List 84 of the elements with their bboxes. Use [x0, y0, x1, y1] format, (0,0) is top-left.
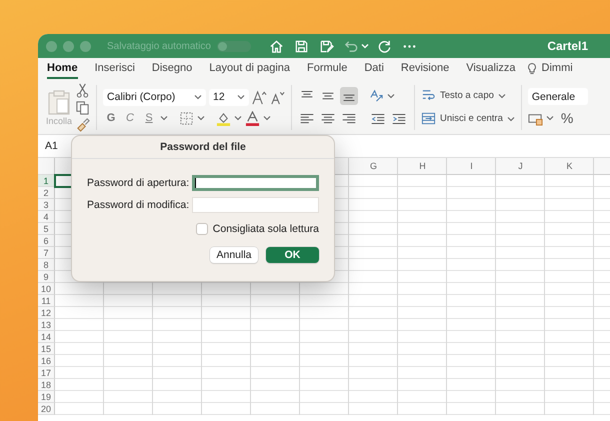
- number-format-field[interactable]: Generale: [528, 88, 588, 105]
- ribbon-tab[interactable]: Disegno: [152, 59, 192, 79]
- paste-label: Incolla: [46, 116, 72, 126]
- field-label: Password di apertura:: [87, 177, 190, 189]
- text-style-button[interactable]: S: [141, 112, 158, 124]
- row-number[interactable]: 2: [38, 187, 55, 199]
- row-number[interactable]: 13: [38, 319, 55, 331]
- text-style-button[interactable]: C: [122, 112, 138, 124]
- dialog-button[interactable]: OK: [266, 247, 319, 263]
- caret-icon: [237, 93, 246, 101]
- caret-icon[interactable]: [546, 114, 554, 122]
- grow-font-icon[interactable]: [252, 90, 268, 104]
- column-header[interactable]: J: [496, 158, 545, 174]
- caret-icon[interactable]: [197, 114, 206, 122]
- row-number[interactable]: 17: [38, 367, 55, 379]
- copy-icon[interactable]: [75, 100, 90, 114]
- ribbon-tab[interactable]: Visualizza: [466, 59, 516, 79]
- row-number[interactable]: 14: [38, 331, 55, 343]
- text-orientation-icon[interactable]: [369, 88, 384, 103]
- scissors-icon[interactable]: [75, 82, 90, 98]
- row-number[interactable]: 4: [38, 211, 55, 223]
- row-number[interactable]: 20: [38, 403, 55, 415]
- dialog-button[interactable]: Annulla: [210, 247, 258, 263]
- autosave-label: Salvataggio automatico: [107, 40, 211, 52]
- column-header[interactable]: H: [398, 158, 447, 174]
- borders-icon[interactable]: [179, 110, 194, 126]
- font-size-field[interactable]: 12: [209, 88, 250, 106]
- row-number[interactable]: 16: [38, 355, 55, 367]
- clipboard-icon[interactable]: [46, 88, 72, 116]
- checkbox[interactable]: [196, 223, 208, 235]
- row-number[interactable]: 3: [38, 199, 55, 211]
- shrink-font-icon[interactable]: [270, 90, 286, 104]
- percent-button[interactable]: %: [560, 110, 574, 126]
- caret-icon[interactable]: [387, 92, 396, 100]
- password-field[interactable]: [192, 175, 319, 191]
- home-icon[interactable]: [268, 38, 284, 54]
- ribbon-tab[interactable]: Inserisci: [94, 59, 135, 79]
- fill-color-icon[interactable]: [216, 110, 232, 126]
- row-number[interactable]: 7: [38, 247, 55, 259]
- tell-me-tab[interactable]: Dimmi: [542, 59, 573, 79]
- redo-icon[interactable]: [376, 38, 392, 54]
- column-header[interactable]: K: [545, 158, 594, 174]
- save-icon[interactable]: [294, 38, 309, 54]
- dialog-title: Password del file: [72, 136, 334, 159]
- merge-center-button[interactable]: Unisci e centra: [421, 111, 515, 126]
- row-number[interactable]: 19: [38, 391, 55, 403]
- wrap-text-button[interactable]: Testo a capo: [421, 88, 515, 103]
- caret-icon: [506, 114, 515, 122]
- ribbon-tab[interactable]: Dati: [364, 59, 384, 79]
- row-number[interactable]: 15: [38, 343, 55, 355]
- align-lines-icon[interactable]: [340, 86, 358, 104]
- checkbox-label: Consigliata sola lettura: [212, 223, 319, 235]
- wrap-text-icon: [421, 88, 436, 103]
- caret-icon[interactable]: [360, 42, 369, 50]
- row-number[interactable]: 9: [38, 271, 55, 283]
- row-number[interactable]: 12: [38, 307, 55, 319]
- column-header[interactable]: G: [349, 158, 398, 174]
- autosave-toggle[interactable]: [216, 40, 251, 52]
- caret-icon[interactable]: [234, 114, 242, 122]
- text-style-button[interactable]: G: [103, 112, 120, 124]
- row-number[interactable]: 5: [38, 223, 55, 235]
- ribbon-tab[interactable]: Revisione: [400, 59, 450, 79]
- column-header[interactable]: I: [447, 158, 496, 174]
- row-number[interactable]: 6: [38, 235, 55, 247]
- field-label: Password di modifica:: [87, 199, 190, 211]
- name-box[interactable]: A1: [38, 140, 58, 152]
- row-number[interactable]: 1: [38, 175, 55, 187]
- window-title: Cartel1: [547, 39, 588, 53]
- lightbulb-icon: [526, 62, 537, 76]
- row-number[interactable]: 8: [38, 259, 55, 271]
- row-number[interactable]: 10: [38, 283, 55, 295]
- row-number[interactable]: 11: [38, 295, 55, 307]
- ribbon-tab[interactable]: Layout di pagina: [209, 59, 290, 79]
- caret-icon: [194, 93, 202, 101]
- font-color-icon[interactable]: [245, 110, 260, 126]
- merge-cells-icon: [421, 111, 436, 126]
- row-number[interactable]: 18: [38, 379, 55, 391]
- caret-icon[interactable]: [160, 114, 168, 122]
- caret-icon[interactable]: [263, 114, 272, 122]
- save-edit-icon[interactable]: [318, 38, 334, 54]
- brush-icon[interactable]: [75, 116, 90, 132]
- font-name-field[interactable]: Calibri (Corpo): [103, 88, 206, 106]
- ribbon-tab[interactable]: Formule: [307, 59, 348, 79]
- caret-icon: [498, 92, 506, 100]
